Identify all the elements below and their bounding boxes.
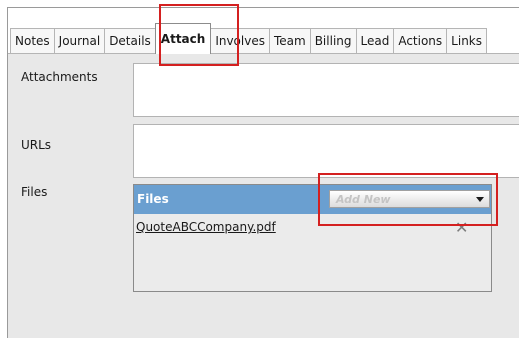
tab-team[interactable]: Team xyxy=(268,28,311,54)
files-label: Files xyxy=(21,185,48,199)
tab-details[interactable]: Details xyxy=(104,28,156,54)
attach-tab-content: Attachments URLs Files Files Add New Quo… xyxy=(8,54,519,338)
record-panel: Notes Journal Details Attach Involves Te… xyxy=(7,7,519,338)
tab-list: Notes Journal Details Attach Involves Te… xyxy=(10,23,487,54)
tab-journal[interactable]: Journal xyxy=(53,28,106,54)
tab-notes[interactable]: Notes xyxy=(10,28,55,54)
attachments-field[interactable] xyxy=(133,63,519,117)
tab-lead[interactable]: Lead xyxy=(355,28,395,54)
files-panel-title: Files xyxy=(137,192,169,206)
tab-links[interactable]: Links xyxy=(446,28,487,54)
urls-label: URLs xyxy=(21,138,52,152)
tab-involves[interactable]: Involves xyxy=(210,28,270,54)
add-new-dropdown[interactable]: Add New xyxy=(329,190,490,208)
tab-actions[interactable]: Actions xyxy=(393,28,448,54)
add-new-placeholder: Add New xyxy=(336,193,391,206)
tab-strip: Notes Journal Details Attach Involves Te… xyxy=(8,8,519,55)
files-panel-header: Files Add New xyxy=(134,185,491,214)
attachments-label: Attachments xyxy=(21,70,98,84)
urls-field[interactable] xyxy=(133,124,519,178)
file-link[interactable]: QuoteABCCompany.pdf xyxy=(136,220,276,234)
files-panel: Files Add New QuoteABCCompany.pdf ✕ xyxy=(133,184,492,292)
tab-billing[interactable]: Billing xyxy=(309,28,357,54)
chevron-down-icon xyxy=(476,197,484,202)
close-icon[interactable]: ✕ xyxy=(455,220,468,236)
tab-attach[interactable]: Attach xyxy=(154,23,212,54)
